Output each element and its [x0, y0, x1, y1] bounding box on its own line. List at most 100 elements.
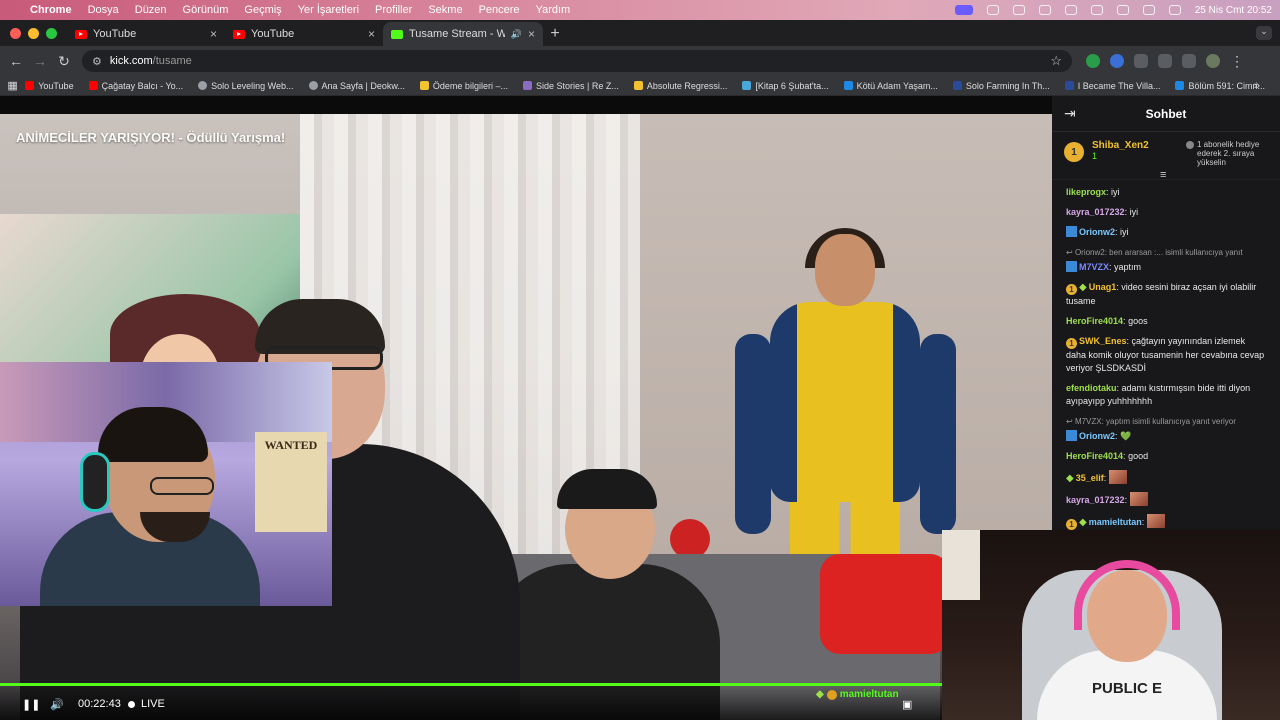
chat-message[interactable]: 1 ◆ mamieltutan:: [1066, 514, 1266, 530]
discord-icon[interactable]: [986, 5, 999, 15]
speaker-icon[interactable]: 🔊: [511, 29, 522, 40]
extensions-puzzle-icon[interactable]: [1134, 54, 1148, 68]
side-panel-icon[interactable]: [1158, 54, 1172, 68]
wifi-icon[interactable]: [1116, 5, 1129, 15]
bookmark-item[interactable]: I Became The Villa...: [1064, 81, 1160, 91]
menu-window[interactable]: Pencere: [479, 4, 520, 16]
chat-username[interactable]: efendiotaku: [1066, 383, 1117, 393]
menu-history[interactable]: Geçmiş: [244, 4, 281, 16]
zoom-window-button[interactable]: [46, 27, 57, 39]
pip-icon[interactable]: ▣: [902, 698, 912, 711]
menu-app-chrome[interactable]: Chrome: [30, 4, 72, 16]
chat-username[interactable]: HeroFire4014: [1066, 316, 1123, 326]
site-info-icon[interactable]: ⚙: [92, 55, 102, 68]
search-icon[interactable]: [1142, 5, 1155, 15]
chat-message[interactable]: 1 SWK_Enes: çağtayın yayınından izlemek d…: [1066, 335, 1266, 375]
chat-message[interactable]: kayra_017232:: [1066, 492, 1266, 507]
menu-profiles[interactable]: Profiller: [375, 4, 412, 16]
profile-avatar[interactable]: [1206, 54, 1220, 68]
close-tab-icon[interactable]: ×: [528, 27, 535, 41]
chat-username[interactable]: kayra_017232: [1066, 207, 1125, 217]
chat-username[interactable]: kayra_017232: [1066, 495, 1125, 505]
browser-toolbar: ← → ↻ ⚙ kick.com/tusame ☆ ⋮: [0, 46, 1280, 76]
close-tab-icon[interactable]: ×: [368, 27, 375, 41]
menu-bookmarks[interactable]: Yer İşaretleri: [298, 4, 359, 16]
bookmark-item[interactable]: Ödeme bilgileri –...: [419, 81, 508, 91]
volume-icon[interactable]: 🔊: [50, 698, 64, 711]
chat-message[interactable]: efendiotaku: adamı kıstırmışsın bide itt…: [1066, 382, 1266, 408]
menu-tab[interactable]: Sekme: [428, 4, 462, 16]
bookmark-item[interactable]: Kötü Adam Yaşam...: [843, 80, 938, 91]
youtube-icon: [25, 81, 35, 90]
extension-icon[interactable]: [1086, 54, 1100, 68]
chat-message[interactable]: HeroFire4014: good: [1066, 450, 1266, 463]
chat-username[interactable]: Unag1: [1089, 282, 1117, 292]
forward-button[interactable]: →: [28, 53, 52, 69]
screen-record-icon[interactable]: [954, 5, 973, 15]
chat-username[interactable]: M7VZX: [1079, 262, 1109, 272]
filter-icon[interactable]: ≡: [1160, 169, 1166, 181]
menubar-clock[interactable]: 25 Nis Cmt 20:52: [1195, 5, 1272, 16]
bookmarks-overflow-icon[interactable]: »: [1254, 80, 1260, 92]
collapse-chat-icon[interactable]: ⇥: [1064, 105, 1084, 122]
menu-file[interactable]: Dosya: [88, 4, 119, 16]
more-menu-icon[interactable]: ⋮: [1230, 54, 1244, 68]
menu-help[interactable]: Yardım: [536, 4, 571, 16]
new-tab-button[interactable]: +: [543, 22, 567, 46]
chat-username[interactable]: mamieltutan: [1089, 517, 1142, 527]
chat-message[interactable]: ↩ Orionw2: ben ararsan :... isimli kulla…: [1066, 246, 1266, 274]
leaderboard-pinned[interactable]: 1 Shiba_Xen2 1 1 abonelik hediye ederek …: [1052, 132, 1280, 181]
bookmark-item[interactable]: Absolute Regressi...: [633, 80, 728, 91]
control-center-icon[interactable]: [1168, 5, 1181, 15]
bookmark-label: Absolute Regressi...: [646, 80, 728, 91]
bookmark-item[interactable]: Side Stories | Re Z...: [522, 81, 619, 91]
pause-button[interactable]: ❚❚: [22, 698, 40, 711]
bookmark-item[interactable]: Bölüm 591: Cimri...: [1175, 81, 1265, 91]
bookmark-item[interactable]: [Kitap 6 Şubat'ta...: [742, 81, 829, 91]
address-bar[interactable]: ⚙ kick.com/tusame ☆: [82, 50, 1072, 72]
back-button[interactable]: ←: [4, 53, 28, 69]
site-icon: [198, 81, 208, 90]
chat-username[interactable]: 35_elif: [1076, 473, 1104, 483]
bookmark-item[interactable]: Ana Sayfa | Deokw...: [308, 81, 405, 91]
bookmark-item[interactable]: YouTube: [25, 81, 74, 91]
chat-message[interactable]: 1 ◆ Unag1: video sesini biraz açsan iyi ol…: [1066, 281, 1266, 308]
bookmark-item[interactable]: Solo Leveling Web...: [198, 81, 294, 91]
close-tab-icon[interactable]: ×: [210, 27, 217, 41]
tab-tusame-stream[interactable]: Tusame Stream - Watch L 🔊 ×: [383, 22, 543, 46]
chat-text: yaptım: [1114, 262, 1142, 272]
chat-username[interactable]: SWK_Enes: [1079, 336, 1127, 346]
menu-edit[interactable]: Düzen: [135, 4, 167, 16]
grid-icon[interactable]: [1064, 5, 1077, 15]
close-window-button[interactable]: [10, 27, 21, 39]
tab-search-button[interactable]: ⌄: [1256, 26, 1272, 40]
chat-message[interactable]: ◆ 35_elif:: [1066, 470, 1266, 485]
cloud-icon[interactable]: [1012, 5, 1025, 15]
reload-button[interactable]: ↻: [52, 53, 76, 70]
bookmark-star-icon[interactable]: ☆: [1050, 53, 1062, 69]
chat-message[interactable]: HeroFire4014: goos: [1066, 315, 1266, 328]
site-icon: [633, 81, 643, 90]
chat-username[interactable]: HeroFire4014: [1066, 451, 1123, 461]
chat-message[interactable]: kayra_017232: iyi: [1066, 206, 1266, 219]
apps-grid-icon[interactable]: ▦: [0, 79, 25, 92]
minimize-window-button[interactable]: [28, 27, 39, 39]
menu-view[interactable]: Görünüm: [183, 4, 229, 16]
bookmark-item[interactable]: Solo Farming In Th...: [952, 81, 1050, 91]
chat-message[interactable]: Orionw2: iyi: [1066, 226, 1266, 239]
chat-text: goos: [1128, 316, 1148, 326]
battery-icon[interactable]: [1090, 5, 1103, 15]
tab-youtube-2[interactable]: YouTube ×: [225, 22, 383, 46]
extension-icon[interactable]: [1110, 54, 1124, 68]
bookmark-label: Kötü Adam Yaşam...: [856, 80, 938, 91]
fork-icon[interactable]: [1038, 5, 1051, 15]
tab-youtube-1[interactable]: YouTube ×: [67, 22, 225, 46]
bookmark-item[interactable]: Çağatay Balcı - Yo...: [88, 81, 183, 91]
chat-message[interactable]: likeprogx: iyi: [1066, 186, 1266, 199]
progress-bar[interactable]: [0, 683, 942, 686]
chat-message[interactable]: ↩ M7VZX: yaptım isimli kullanıcıya yanıt…: [1066, 415, 1266, 443]
media-control-icon[interactable]: [1182, 54, 1196, 68]
chat-username[interactable]: likeprogx: [1066, 187, 1106, 197]
chat-username[interactable]: Orionw2: [1079, 227, 1115, 237]
chat-username[interactable]: Orionw2: [1079, 431, 1115, 441]
